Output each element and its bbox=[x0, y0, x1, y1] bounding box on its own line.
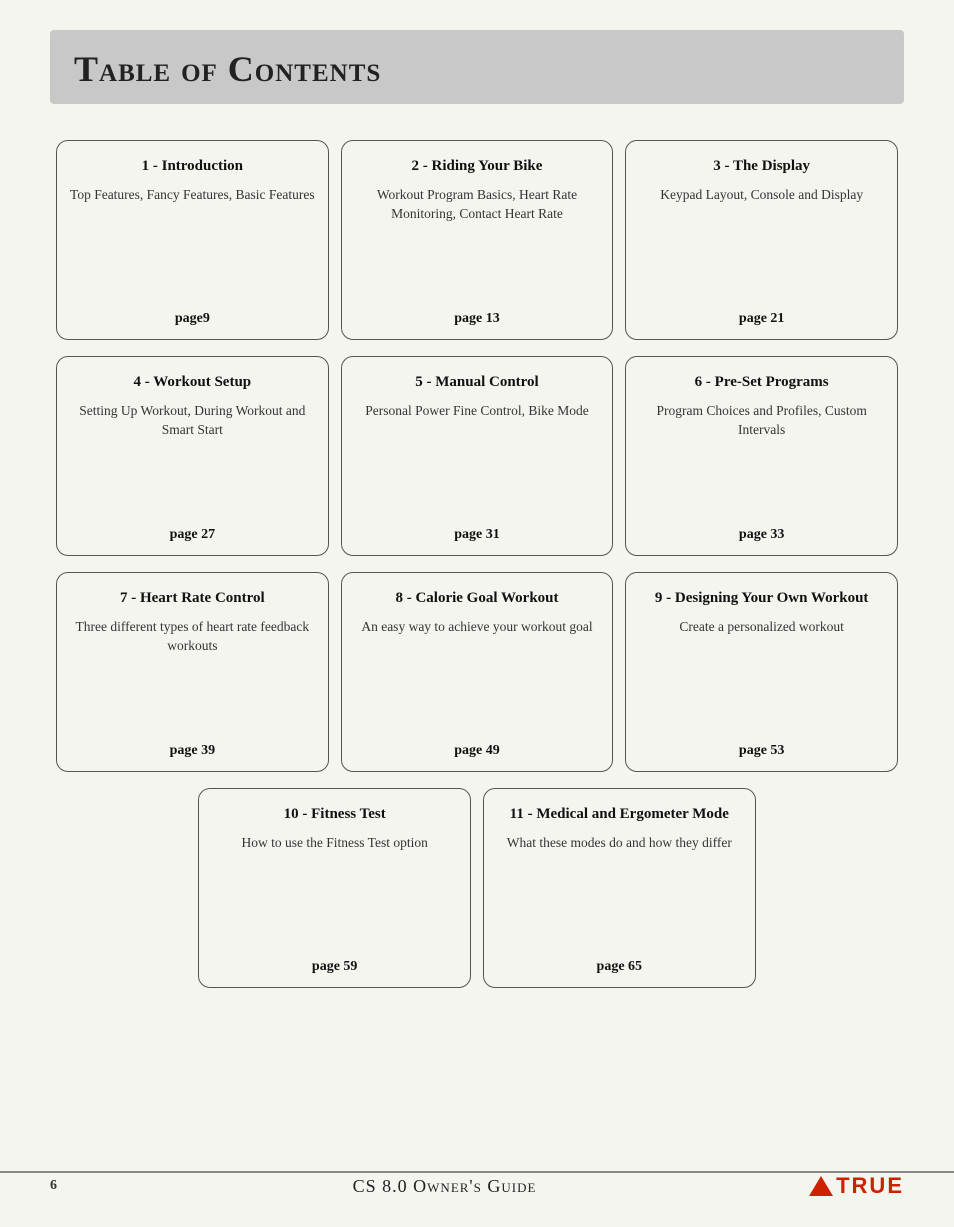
toc-card-1: 1 - Introduction Top Features, Fancy Fea… bbox=[56, 140, 329, 340]
toc-card-10: 10 - Fitness Test How to use the Fitness… bbox=[198, 788, 471, 988]
footer-guide-title: CS 8.0 Owner's Guide bbox=[80, 1176, 809, 1197]
toc-card-3: 3 - The Display Keypad Layout, Console a… bbox=[625, 140, 898, 340]
toc-card-7: 7 - Heart Rate Control Three different t… bbox=[56, 572, 329, 772]
footer-page-number: 6 bbox=[50, 1178, 80, 1194]
toc-row-3: 7 - Heart Rate Control Three different t… bbox=[50, 566, 904, 778]
card-2-desc: Workout Program Basics, Heart Rate Monit… bbox=[354, 185, 601, 300]
card-8-page: page 49 bbox=[354, 743, 601, 759]
toc-card-4: 4 - Workout Setup Setting Up Workout, Du… bbox=[56, 356, 329, 556]
toc-card-9: 9 - Designing Your Own Workout Create a … bbox=[625, 572, 898, 772]
card-1-desc: Top Features, Fancy Features, Basic Feat… bbox=[70, 185, 315, 300]
toc-card-5: 5 - Manual Control Personal Power Fine C… bbox=[341, 356, 614, 556]
card-9-title: 9 - Designing Your Own Workout bbox=[655, 589, 869, 609]
card-1-page: page9 bbox=[69, 311, 316, 327]
card-10-desc: How to use the Fitness Test option bbox=[242, 833, 428, 948]
card-3-desc: Keypad Layout, Console and Display bbox=[660, 185, 863, 300]
card-5-desc: Personal Power Fine Control, Bike Mode bbox=[365, 401, 588, 516]
card-10-title: 10 - Fitness Test bbox=[284, 805, 386, 825]
card-8-title: 8 - Calorie Goal Workout bbox=[395, 589, 558, 609]
card-6-title: 6 - Pre-Set Programs bbox=[695, 373, 829, 393]
card-4-desc: Setting Up Workout, During Workout and S… bbox=[69, 401, 316, 516]
page-title: Table of Contents bbox=[74, 48, 880, 90]
card-3-page: page 21 bbox=[638, 311, 885, 327]
page: Table of Contents 1 - Introduction Top F… bbox=[0, 0, 954, 1227]
card-4-page: page 27 bbox=[69, 527, 316, 543]
card-11-title: 11 - Medical and Ergometer Mode bbox=[510, 805, 729, 825]
card-8-desc: An easy way to achieve your workout goal bbox=[361, 617, 592, 732]
logo-triangle-icon bbox=[809, 1176, 833, 1196]
card-7-desc: Three different types of heart rate feed… bbox=[69, 617, 316, 732]
toc-row-1: 1 - Introduction Top Features, Fancy Fea… bbox=[50, 134, 904, 346]
footer-logo: TRUE bbox=[809, 1173, 904, 1199]
toc-card-2: 2 - Riding Your Bike Workout Program Bas… bbox=[341, 140, 614, 340]
card-11-page: page 65 bbox=[496, 959, 743, 975]
toc-card-11: 11 - Medical and Ergometer Mode What the… bbox=[483, 788, 756, 988]
card-2-page: page 13 bbox=[354, 311, 601, 327]
card-2-title: 2 - Riding Your Bike bbox=[412, 157, 543, 177]
card-3-title: 3 - The Display bbox=[713, 157, 810, 177]
toc-card-6: 6 - Pre-Set Programs Program Choices and… bbox=[625, 356, 898, 556]
toc-row-2: 4 - Workout Setup Setting Up Workout, Du… bbox=[50, 350, 904, 562]
card-7-title: 7 - Heart Rate Control bbox=[120, 589, 265, 609]
toc-card-8: 8 - Calorie Goal Workout An easy way to … bbox=[341, 572, 614, 772]
card-6-page: page 33 bbox=[638, 527, 885, 543]
card-5-title: 5 - Manual Control bbox=[415, 373, 538, 393]
card-7-page: page 39 bbox=[69, 743, 316, 759]
card-9-page: page 53 bbox=[638, 743, 885, 759]
title-section: Table of Contents bbox=[50, 30, 904, 104]
card-5-page: page 31 bbox=[354, 527, 601, 543]
footer: 6 CS 8.0 Owner's Guide TRUE bbox=[0, 1171, 954, 1199]
card-11-desc: What these modes do and how they differ bbox=[507, 833, 732, 948]
card-6-desc: Program Choices and Profiles, Custom Int… bbox=[638, 401, 885, 516]
card-9-desc: Create a personalized workout bbox=[679, 617, 844, 732]
card-10-page: page 59 bbox=[211, 959, 458, 975]
logo-text: TRUE bbox=[836, 1173, 904, 1199]
card-1-title: 1 - Introduction bbox=[142, 157, 243, 177]
toc-row-4: 10 - Fitness Test How to use the Fitness… bbox=[192, 782, 761, 994]
card-4-title: 4 - Workout Setup bbox=[133, 373, 251, 393]
